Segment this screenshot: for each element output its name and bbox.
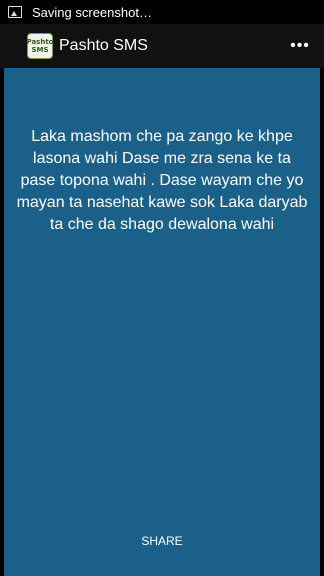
status-text: Saving screenshot… bbox=[32, 4, 152, 20]
status-bar: Saving screenshot… bbox=[0, 0, 324, 24]
app-title: Pashto SMS bbox=[59, 37, 148, 54]
sms-text: Laka mashom che pa zango ke khpe lasona … bbox=[16, 128, 308, 233]
action-bar: Pashto SMS Pashto SMS ••• bbox=[0, 24, 324, 68]
overflow-menu-icon[interactable]: ••• bbox=[288, 34, 312, 58]
app-logo-line1: Pashto bbox=[26, 38, 54, 46]
app-logo-line2: SMS bbox=[31, 46, 49, 54]
app-logo: Pashto SMS bbox=[26, 33, 54, 59]
image-icon bbox=[8, 6, 22, 18]
sms-card: Laka mashom che pa zango ke khpe lasona … bbox=[4, 68, 320, 576]
share-button[interactable]: SHARE bbox=[112, 527, 212, 555]
